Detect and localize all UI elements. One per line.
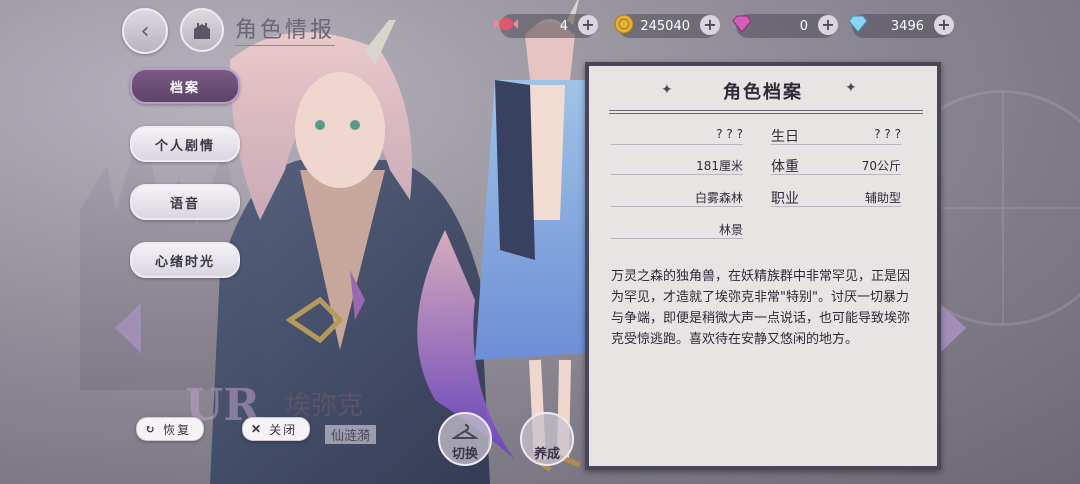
back-button[interactable]: ‹ xyxy=(122,8,168,54)
castle-home-icon xyxy=(194,23,210,39)
home-button[interactable] xyxy=(180,8,224,52)
field-key: 职业 xyxy=(771,191,799,207)
restore-label: 恢复 xyxy=(163,422,192,437)
field-row: ? ? ? xyxy=(611,124,743,145)
field-value: ? ? ? xyxy=(716,127,743,141)
add-diamond-button[interactable]: + xyxy=(934,15,954,35)
field-value: 林景 xyxy=(718,223,743,237)
next-character-arrow[interactable] xyxy=(940,303,966,353)
field-row: 181厘米 xyxy=(611,154,743,175)
resource-diamond: 3496 + xyxy=(848,14,954,38)
add-pink-gem-button[interactable]: + xyxy=(818,15,838,35)
field-row: 职业 辅助型 xyxy=(771,186,901,207)
field-key: 生日 xyxy=(771,129,799,145)
switch-label: 切换 xyxy=(451,447,478,462)
switch-outfit-button[interactable]: 切换 xyxy=(438,412,492,466)
field-key: 体重 xyxy=(771,159,799,175)
resource-coin: 245040 + xyxy=(614,14,720,38)
nurture-button[interactable]: 养成 xyxy=(520,412,574,466)
field-row: 白雾森林 xyxy=(611,186,743,207)
candy-icon xyxy=(492,10,520,38)
add-candy-button[interactable]: + xyxy=(578,15,598,35)
tab-mood-time[interactable]: 心绪时光 xyxy=(130,242,240,278)
field-value: 181厘米 xyxy=(696,159,743,173)
resource-pink-gem: 0 + xyxy=(732,14,838,38)
hanger-icon xyxy=(452,424,478,439)
close-icon: ✕ xyxy=(251,422,264,436)
tab-voice[interactable]: 语音 xyxy=(130,184,240,220)
prev-character-arrow[interactable] xyxy=(115,303,141,353)
field-value: 辅助型 xyxy=(864,191,901,205)
character-description: 万灵之森的独角兽，在妖精族群中非常罕见，正是因为罕见，才造就了埃弥克非常"特别"… xyxy=(611,269,911,347)
restore-button[interactable]: ↻ 恢复 xyxy=(136,417,205,441)
field-value: 70公斤 xyxy=(861,159,901,173)
resource-candy: 4 + xyxy=(494,14,598,38)
page-title: 角色情报 xyxy=(235,12,336,46)
coin-icon xyxy=(610,10,638,38)
tab-profile[interactable]: 档案 xyxy=(130,68,240,104)
field-value: 白雾森林 xyxy=(694,191,743,205)
pink-gem-icon xyxy=(728,10,756,38)
profile-panel: ✦ ✦ 角色档案 ? ? ? 生日 ? ? ? 181厘米 体重 70公斤 白雾… xyxy=(585,62,941,470)
close-label: 关闭 xyxy=(269,422,298,437)
character-subtitle: 仙涟漪 xyxy=(325,425,377,444)
tab-personal-story[interactable]: 个人剧情 xyxy=(130,126,240,162)
close-button[interactable]: ✕ 关闭 xyxy=(242,417,311,441)
field-row: 体重 70公斤 xyxy=(771,154,901,175)
refresh-icon: ↻ xyxy=(145,422,158,436)
diamond-icon xyxy=(844,10,872,38)
add-coin-button[interactable]: + xyxy=(700,15,720,35)
field-row: 林景 xyxy=(611,218,743,239)
panel-title: 角色档案 xyxy=(723,82,803,103)
title-divider xyxy=(609,110,923,114)
nurture-label: 养成 xyxy=(533,447,560,462)
field-row: 生日 ? ? ? xyxy=(771,124,901,145)
field-value: ? ? ? xyxy=(874,127,901,141)
chevron-left-icon: ‹ xyxy=(140,18,150,44)
